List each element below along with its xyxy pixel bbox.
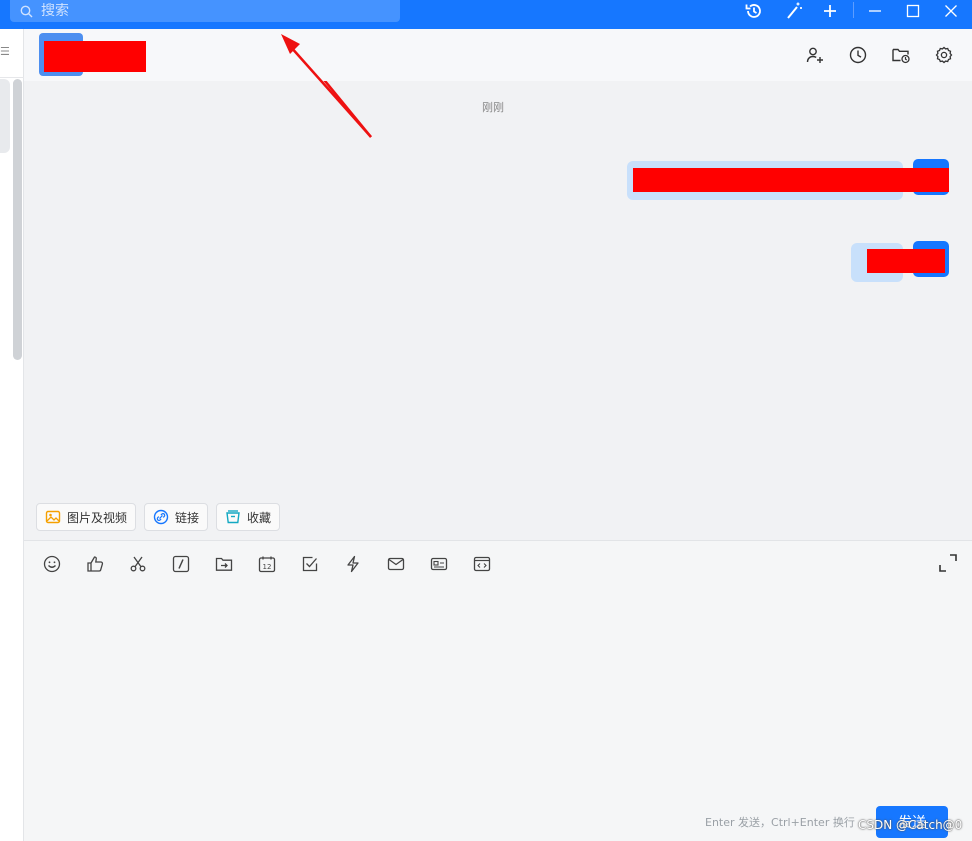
link-label: 链接 [175, 510, 200, 525]
annotation-arrow [323, 81, 372, 138]
message-area: 刚刚 图片及视频 链接 收藏 [24, 81, 972, 540]
panel-divider [0, 77, 24, 78]
emoji-icon[interactable] [40, 553, 83, 575]
message-composer: 12 Enter 发送，Ctrl+Enter 换行 发送 [24, 540, 972, 841]
magic-wand-icon[interactable] [778, 0, 808, 22]
link-button[interactable]: 链接 [144, 503, 209, 531]
favorites-label: 收藏 [247, 510, 272, 525]
conversation-list-panel: ☰ [0, 29, 24, 841]
favorite-box-icon [225, 509, 241, 525]
calendar-icon[interactable]: 12 [255, 553, 298, 575]
slash-command-icon[interactable] [169, 553, 212, 575]
image-video-label: 图片及视频 [67, 510, 128, 525]
annotation-arrowhead [281, 34, 372, 138]
chat-header [24, 29, 972, 81]
maximize-icon[interactable] [898, 0, 928, 22]
selected-conversation-item[interactable] [0, 79, 10, 153]
history-icon[interactable] [739, 0, 769, 22]
composer-toolbar: 12 [40, 553, 513, 575]
contact-name-redaction [44, 41, 146, 72]
expand-icon[interactable] [938, 553, 960, 575]
title-bar [0, 0, 972, 29]
quick-actions-bar: 图片及视频 链接 收藏 [36, 503, 281, 531]
message-timestamp: 刚刚 [482, 101, 504, 114]
send-button[interactable]: 发送 [876, 806, 948, 838]
calendar-date: 12 [263, 563, 272, 571]
plus-icon[interactable] [815, 0, 845, 22]
add-member-icon[interactable] [803, 43, 827, 67]
message-redaction [867, 249, 945, 273]
send-shortcut-hint: Enter 发送，Ctrl+Enter 换行 [705, 816, 855, 829]
message-redaction [633, 168, 949, 192]
folder-history-icon[interactable] [889, 43, 913, 67]
link-icon [153, 509, 169, 525]
folder-send-icon[interactable] [212, 553, 255, 575]
search-input[interactable] [41, 3, 381, 19]
image-video-button[interactable]: 图片及视频 [36, 503, 137, 531]
lightning-icon[interactable] [341, 553, 384, 575]
clock-icon[interactable] [846, 43, 870, 67]
image-icon [45, 509, 61, 525]
scissors-icon[interactable] [126, 553, 169, 575]
conversation-list-scrollbar[interactable] [13, 79, 22, 360]
checkbox-icon[interactable] [298, 553, 341, 575]
search-box[interactable] [10, 0, 400, 22]
search-icon [20, 5, 33, 18]
minimize-icon[interactable] [860, 0, 890, 22]
thumbs-up-icon[interactable] [83, 553, 126, 575]
favorites-button[interactable]: 收藏 [216, 503, 281, 531]
card-icon[interactable] [427, 553, 470, 575]
titlebar-separator [853, 2, 854, 18]
mail-icon[interactable] [384, 553, 427, 575]
code-window-icon[interactable] [470, 553, 513, 575]
settings-icon[interactable] [932, 43, 956, 67]
close-icon[interactable] [936, 0, 966, 22]
menu-icon[interactable]: ☰ [0, 45, 10, 58]
message-input[interactable] [40, 585, 956, 795]
